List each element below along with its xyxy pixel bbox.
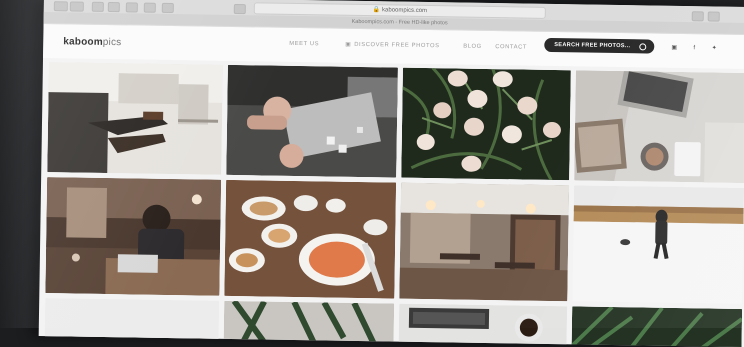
photo-plant-leaves[interactable] [223, 300, 395, 344]
downloads-icon[interactable] [691, 11, 704, 22]
forward-button[interactable] [69, 1, 84, 12]
photo-palm-leaves-image [571, 306, 743, 347]
photo-plant-leaves-image [223, 300, 395, 344]
photo-cafe-laptop-image [45, 177, 222, 296]
bookmark-icon[interactable] [107, 2, 120, 13]
photo-desk-laptop[interactable] [574, 70, 744, 184]
camera-icon: ▣ [345, 41, 352, 48]
photo-board-game-image [226, 64, 398, 178]
nav-contact[interactable]: CONTACT [495, 44, 527, 50]
photo-laptop-coffee[interactable] [398, 303, 568, 347]
url-text: kaboompics.com [381, 7, 428, 15]
photo-desk-laptop-image [574, 70, 744, 184]
photo-laptop-coffee-image [398, 303, 568, 347]
nav-meet-us[interactable]: MEET US [289, 41, 319, 47]
photo-snow-walk[interactable] [572, 185, 744, 305]
photo-plant-light-image [44, 298, 220, 341]
search-label: SEARCH FREE PHOTOS... [554, 42, 631, 50]
search-button[interactable]: SEARCH FREE PHOTOS... [544, 37, 655, 54]
logo-light: pics [102, 36, 122, 49]
nav-blog[interactable]: BLOG [463, 44, 482, 50]
photo-sofa[interactable] [47, 62, 223, 175]
lock-icon: 🔒 [372, 7, 381, 14]
photo-plant-light[interactable] [44, 298, 220, 341]
monitor-screen: 🔒 kaboompics.com Kaboompics.com - Free HD… [38, 0, 744, 347]
photo-cafe-interior[interactable] [399, 182, 570, 302]
photo-board-game[interactable] [226, 64, 398, 178]
facebook-icon[interactable]: f [691, 45, 697, 51]
photo-snow-walk-image [572, 185, 744, 305]
share-icon[interactable] [161, 2, 174, 14]
site-logo[interactable]: kaboompics [63, 36, 121, 48]
logo-bold: kaboom [63, 36, 103, 48]
photo-sofa-image [47, 62, 223, 175]
photo-easter-eggs-image [401, 67, 571, 181]
new-tab-icon[interactable] [707, 11, 720, 22]
photo-food-table-image [224, 179, 397, 299]
photo-cafe-interior-image [399, 182, 570, 302]
photo-food-table[interactable] [224, 179, 397, 299]
photo-palm-leaves[interactable] [571, 306, 743, 347]
instagram-icon[interactable]: ▣ [671, 45, 677, 51]
search-icon [639, 43, 647, 51]
back-button[interactable] [53, 1, 68, 12]
photo-cafe-laptop[interactable] [45, 177, 222, 296]
nav-discover[interactable]: DISCOVER FREE PHOTOS [354, 42, 439, 49]
tabs-icon[interactable] [125, 2, 138, 13]
twitter-icon[interactable]: ✦ [711, 45, 717, 51]
sidebar-icon[interactable] [91, 1, 104, 12]
privacy-icon[interactable] [233, 3, 246, 15]
photo-easter-eggs[interactable] [401, 67, 571, 181]
reader-icon[interactable] [143, 2, 156, 13]
